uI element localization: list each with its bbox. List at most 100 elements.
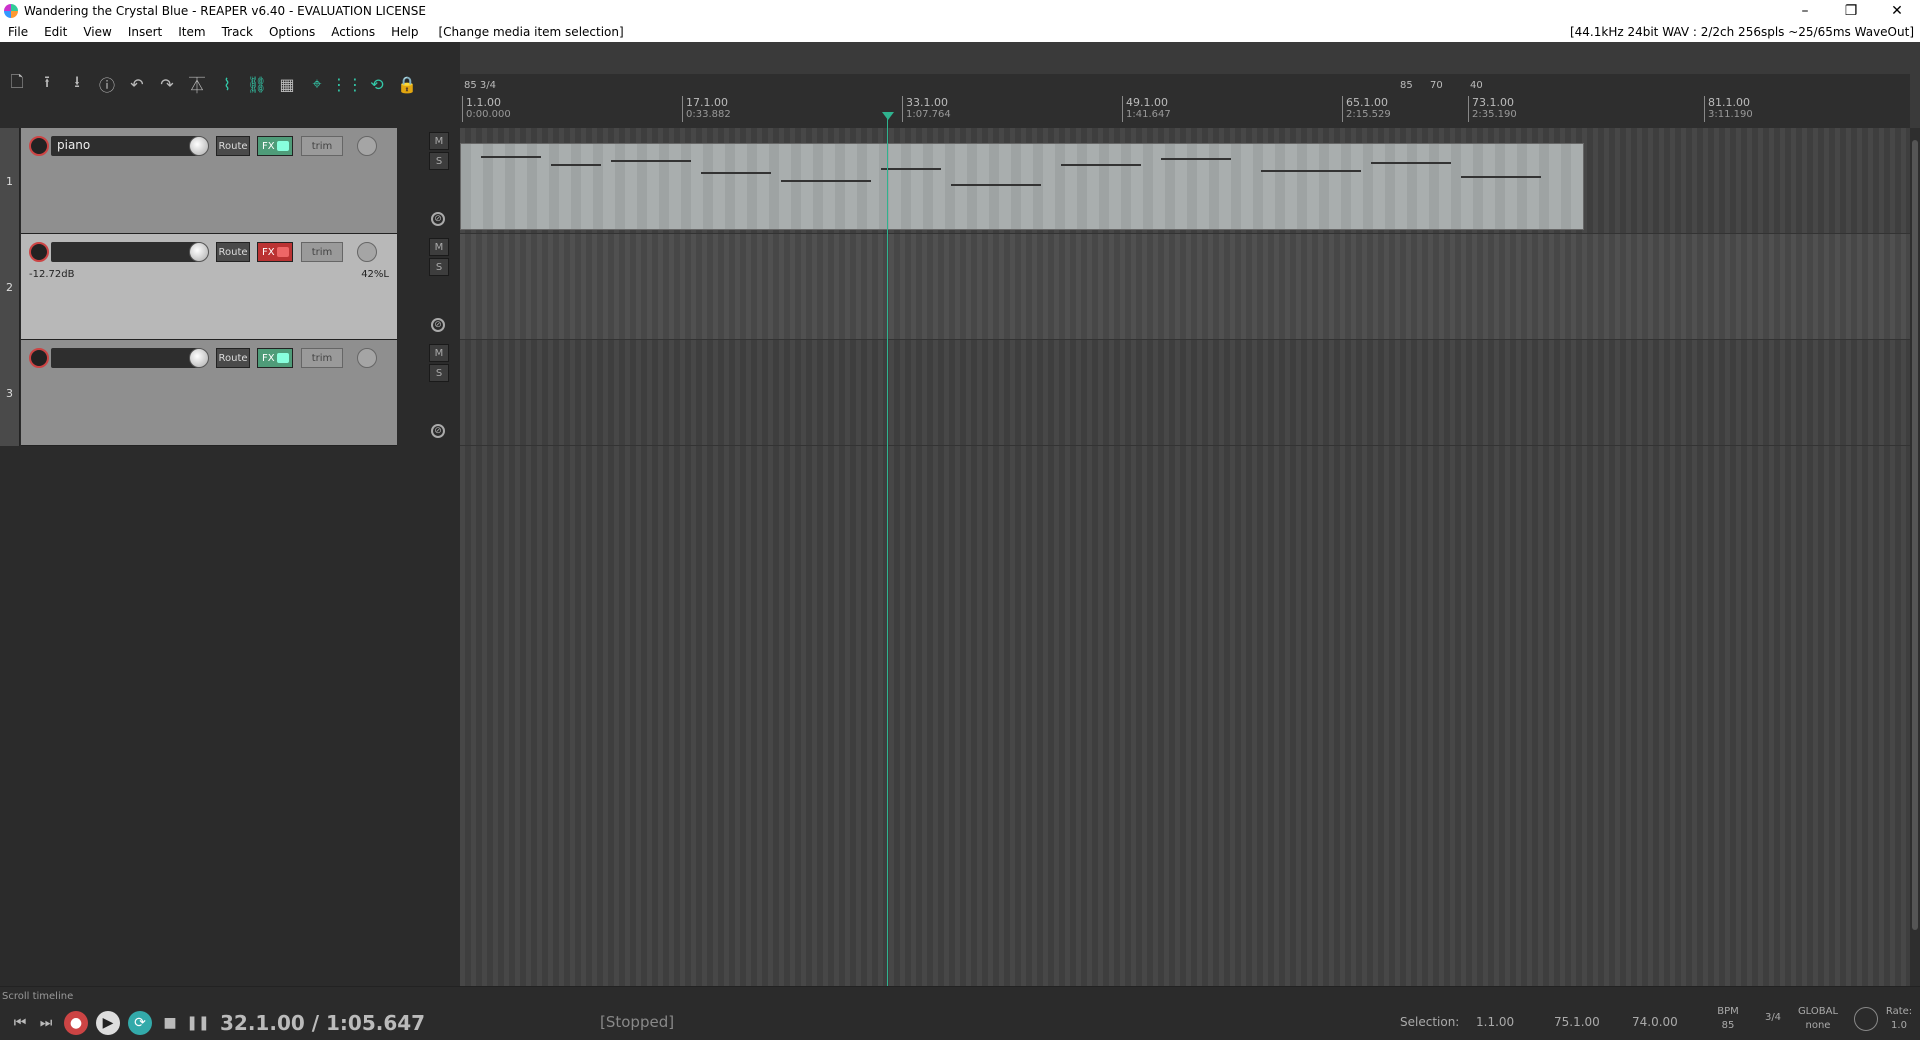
lock-icon[interactable]: 🔒 bbox=[394, 72, 420, 96]
global-automation-box[interactable]: GLOBAL none bbox=[1796, 1005, 1840, 1033]
mute-button[interactable]: M bbox=[429, 132, 449, 150]
position-display[interactable]: 32.1.00 / 1:05.647 bbox=[220, 1011, 425, 1035]
vertical-scrollbar[interactable] bbox=[1910, 128, 1920, 986]
volume-knob[interactable] bbox=[189, 136, 209, 156]
track-panel[interactable]: Route FX trim -12.72dB 42%L bbox=[21, 234, 397, 340]
tempo-marker[interactable]: 40 bbox=[1470, 80, 1483, 91]
fx-button[interactable]: FX bbox=[257, 242, 293, 262]
link-icon[interactable]: ⛓ bbox=[244, 72, 270, 96]
solo-button[interactable]: S bbox=[429, 364, 449, 382]
menu-item[interactable]: Item bbox=[170, 25, 213, 39]
record-arm-button[interactable] bbox=[29, 136, 49, 156]
track-lane-1[interactable] bbox=[460, 128, 1910, 234]
track-number[interactable]: 2 bbox=[0, 234, 20, 340]
mute-button[interactable]: M bbox=[429, 344, 449, 362]
menu-edit[interactable]: Edit bbox=[36, 25, 75, 39]
solo-button[interactable]: S bbox=[429, 152, 449, 170]
tempo-start-marker[interactable]: 85 3/4 bbox=[464, 80, 496, 91]
project-info-icon[interactable]: ⓘ bbox=[94, 72, 120, 96]
new-project-icon[interactable]: 🗋 bbox=[4, 72, 30, 96]
save-project-icon[interactable]: ⭳ bbox=[64, 72, 90, 96]
phase-invert-icon[interactable]: ⊘ bbox=[431, 212, 445, 226]
track-2[interactable]: 2 Route FX trim -12.72dB 42%L M S ⊘ bbox=[0, 234, 460, 340]
record-icon[interactable]: ● bbox=[64, 1011, 88, 1035]
volume-knob[interactable] bbox=[189, 348, 209, 368]
fx-power-icon[interactable] bbox=[277, 247, 289, 257]
restore-button[interactable]: ❐ bbox=[1828, 0, 1874, 22]
menu-insert[interactable]: Insert bbox=[120, 25, 170, 39]
go-to-start-icon[interactable]: ⏮ bbox=[8, 1011, 32, 1035]
bpm-box[interactable]: BPM 85 bbox=[1710, 1005, 1746, 1033]
track-lanes[interactable] bbox=[460, 128, 1910, 986]
open-project-icon[interactable]: ⭱ bbox=[34, 72, 60, 96]
rate-knob[interactable] bbox=[1854, 1007, 1878, 1031]
route-button[interactable]: Route bbox=[216, 136, 250, 156]
phase-invert-icon[interactable]: ⊘ bbox=[431, 424, 445, 438]
track-panel[interactable]: Route FX trim bbox=[21, 340, 397, 446]
selection-end[interactable]: 75.1.00 bbox=[1554, 1015, 1600, 1029]
undo-icon[interactable]: ↶ bbox=[124, 72, 150, 96]
route-button[interactable]: Route bbox=[216, 348, 250, 368]
track-name-field[interactable] bbox=[51, 348, 201, 368]
track-lane-2[interactable] bbox=[460, 234, 1910, 340]
pan-knob[interactable] bbox=[357, 136, 377, 156]
phase-invert-icon[interactable]: ⊘ bbox=[431, 318, 445, 332]
pause-icon[interactable]: ❚❚ bbox=[186, 1011, 210, 1035]
track-lane-3[interactable] bbox=[460, 340, 1910, 446]
ripple-edit-icon[interactable]: ⌇ bbox=[214, 72, 240, 96]
time-signature[interactable]: 3/4 bbox=[1758, 1011, 1788, 1025]
menu-options[interactable]: Options bbox=[261, 25, 323, 39]
selection-start[interactable]: 1.1.00 bbox=[1476, 1015, 1514, 1029]
stop-icon[interactable]: ■ bbox=[158, 1011, 182, 1035]
tempo-marker[interactable]: 70 bbox=[1430, 80, 1443, 91]
timeline-ruler[interactable]: 85 3/4 85 70 40 1.1.00 0:00.000 17.1.00 … bbox=[460, 74, 1910, 128]
midi-media-item[interactable] bbox=[460, 143, 1584, 230]
redo-icon[interactable]: ↷ bbox=[154, 72, 180, 96]
track-number[interactable]: 1 bbox=[0, 128, 20, 234]
metronome-icon[interactable]: ⏄ bbox=[184, 72, 210, 96]
scrollbar-thumb[interactable] bbox=[1912, 140, 1918, 930]
track-panel[interactable]: piano Route FX trim bbox=[21, 128, 397, 234]
minimize-button[interactable]: – bbox=[1782, 0, 1828, 22]
rate-box[interactable]: Rate: 1.0 bbox=[1884, 1005, 1914, 1033]
menu-help[interactable]: Help bbox=[383, 25, 426, 39]
record-arm-button[interactable] bbox=[29, 348, 49, 368]
arrange-view[interactable]: 85 3/4 85 70 40 1.1.00 0:00.000 17.1.00 … bbox=[460, 42, 1920, 986]
snap-icon[interactable]: ⌖ bbox=[304, 72, 330, 96]
repeat-icon[interactable]: ⟳ bbox=[128, 1011, 152, 1035]
route-button[interactable]: Route bbox=[216, 242, 250, 262]
playhead-marker[interactable] bbox=[882, 112, 894, 120]
fx-button[interactable]: FX bbox=[257, 348, 293, 368]
pan-knob[interactable] bbox=[357, 242, 377, 262]
tempo-marker[interactable]: 85 bbox=[1400, 80, 1413, 91]
go-to-end-icon[interactable]: ⏭ bbox=[34, 1011, 58, 1035]
selection-length[interactable]: 74.0.00 bbox=[1632, 1015, 1678, 1029]
trim-button[interactable]: trim bbox=[301, 136, 343, 156]
grid-lines-icon[interactable]: ⋮⋮ bbox=[331, 72, 363, 96]
grid-icon[interactable]: ▦ bbox=[274, 72, 300, 96]
solo-button[interactable]: S bbox=[429, 258, 449, 276]
menu-track[interactable]: Track bbox=[214, 25, 261, 39]
audio-device-status[interactable]: [44.1kHz 24bit WAV : 2/2ch 256spls ~25/6… bbox=[1570, 25, 1914, 39]
loop-icon[interactable]: ⟲ bbox=[364, 72, 390, 96]
volume-knob[interactable] bbox=[189, 242, 209, 262]
track-3[interactable]: 3 Route FX trim M S ⊘ bbox=[0, 340, 460, 446]
fx-power-icon[interactable] bbox=[277, 353, 289, 363]
play-icon[interactable]: ▶ bbox=[96, 1011, 120, 1035]
time-label: 1:41.647 bbox=[1126, 109, 1171, 120]
fx-power-icon[interactable] bbox=[277, 141, 289, 151]
close-button[interactable]: ✕ bbox=[1874, 0, 1920, 22]
trim-button[interactable]: trim bbox=[301, 242, 343, 262]
trim-button[interactable]: trim bbox=[301, 348, 343, 368]
fx-button[interactable]: FX bbox=[257, 136, 293, 156]
track-1[interactable]: 1 piano Route FX trim M S ⊘ bbox=[0, 128, 460, 234]
mute-button[interactable]: M bbox=[429, 238, 449, 256]
menu-actions[interactable]: Actions bbox=[323, 25, 383, 39]
track-name-field[interactable]: piano bbox=[51, 136, 201, 156]
record-arm-button[interactable] bbox=[29, 242, 49, 262]
track-number[interactable]: 3 bbox=[0, 340, 20, 446]
menu-view[interactable]: View bbox=[75, 25, 119, 39]
pan-knob[interactable] bbox=[357, 348, 377, 368]
menu-file[interactable]: File bbox=[0, 25, 36, 39]
track-name-field[interactable] bbox=[51, 242, 201, 262]
